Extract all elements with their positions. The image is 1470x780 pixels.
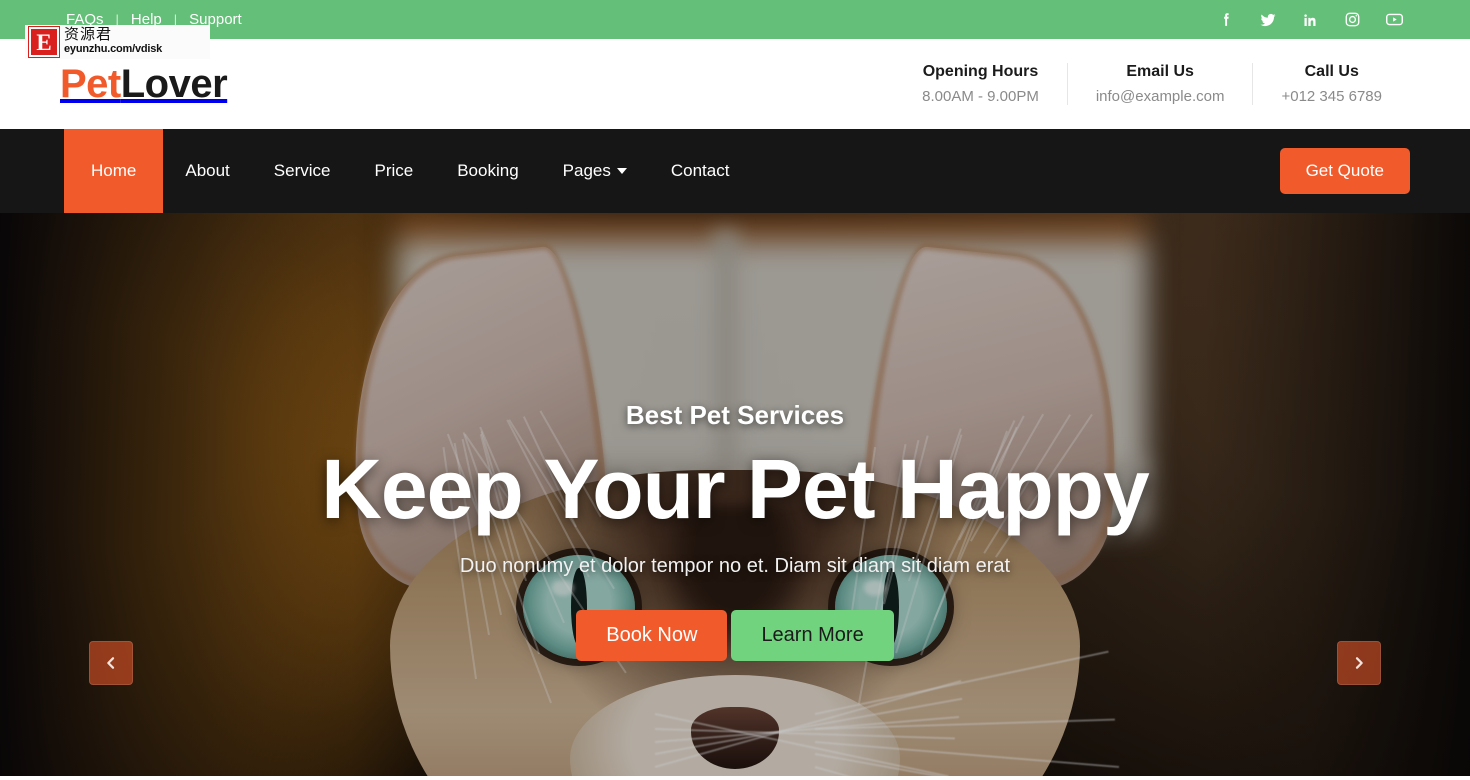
logo-text-primary: Pet [60,64,121,104]
nav-item-booking[interactable]: Booking [435,129,540,213]
contact-email: Email Us info@example.com [1067,63,1253,105]
nav-item-about[interactable]: About [163,129,251,213]
contact-phone-title: Call Us [1281,63,1382,81]
facebook-icon[interactable] [1210,4,1242,36]
chevron-left-icon [103,655,119,671]
main-navigation-bar: Home About Service Price Booking Pages C… [0,129,1470,213]
hero-carousel: Best Pet Services Keep Your Pet Happy Du… [0,213,1470,776]
watermark-cn-text: 资源君 [64,28,162,44]
nav-item-service-label: Service [274,161,331,181]
hero-description: Duo nonumy et dolor tempor no et. Diam s… [460,555,1010,578]
nav-item-price-label: Price [374,161,413,181]
watermark-logo-icon: E [29,27,59,57]
hero-title: Keep Your Pet Happy [321,447,1148,533]
watermark-url: eyunzhu.com/vdisk [64,44,162,56]
social-links-group [1210,4,1410,36]
hero-subtitle: Best Pet Services [626,400,844,431]
nav-item-price[interactable]: Price [352,129,435,213]
carousel-prev-button[interactable] [89,641,133,685]
logo-text-secondary: Lover [121,64,227,104]
contact-opening-hours: Opening Hours 8.00AM - 9.00PM [894,63,1067,105]
nav-item-home-label: Home [91,161,136,181]
instagram-icon[interactable] [1336,4,1368,36]
nav-item-booking-label: Booking [457,161,518,181]
learn-more-button[interactable]: Learn More [731,610,893,661]
nav-item-home[interactable]: Home [64,129,163,213]
contact-phone-value[interactable]: +012 345 6789 [1281,88,1382,105]
contact-phone: Call Us +012 345 6789 [1252,63,1410,105]
nav-item-pages[interactable]: Pages [541,129,649,213]
hero-content: Best Pet Services Keep Your Pet Happy Du… [0,213,1470,776]
get-quote-button[interactable]: Get Quote [1280,148,1410,194]
nav-item-about-label: About [185,161,229,181]
nav-cta-group: Get Quote [1280,129,1410,213]
twitter-icon[interactable] [1252,4,1284,36]
site-logo[interactable]: Pet Lover [60,64,227,104]
linkedin-icon[interactable] [1294,4,1326,36]
contact-info-group: Opening Hours 8.00AM - 9.00PM Email Us i… [894,63,1410,105]
nav-items-group: Home About Service Price Booking Pages C… [0,129,751,213]
chevron-right-icon [1351,655,1367,671]
nav-item-contact-label: Contact [671,161,730,181]
nav-item-pages-label: Pages [563,161,611,181]
youtube-icon[interactable] [1378,4,1410,36]
contact-email-title: Email Us [1096,63,1225,81]
top-utility-bar: FAQs | Help | Support [0,0,1470,39]
contact-email-value[interactable]: info@example.com [1096,88,1225,105]
brand-contact-bar: Pet Lover Opening Hours 8.00AM - 9.00PM E… [0,39,1470,129]
book-now-button[interactable]: Book Now [576,610,727,661]
carousel-next-button[interactable] [1337,641,1381,685]
contact-opening-hours-value: 8.00AM - 9.00PM [922,88,1039,105]
chevron-down-icon [617,168,627,174]
contact-opening-hours-title: Opening Hours [922,63,1039,81]
watermark-text-group: 资源君 eyunzhu.com/vdisk [64,28,162,55]
hero-buttons-group: Book Now Learn More [576,610,893,661]
watermark-overlay: E 资源君 eyunzhu.com/vdisk [25,25,210,59]
nav-item-service[interactable]: Service [252,129,353,213]
nav-item-contact[interactable]: Contact [649,129,752,213]
